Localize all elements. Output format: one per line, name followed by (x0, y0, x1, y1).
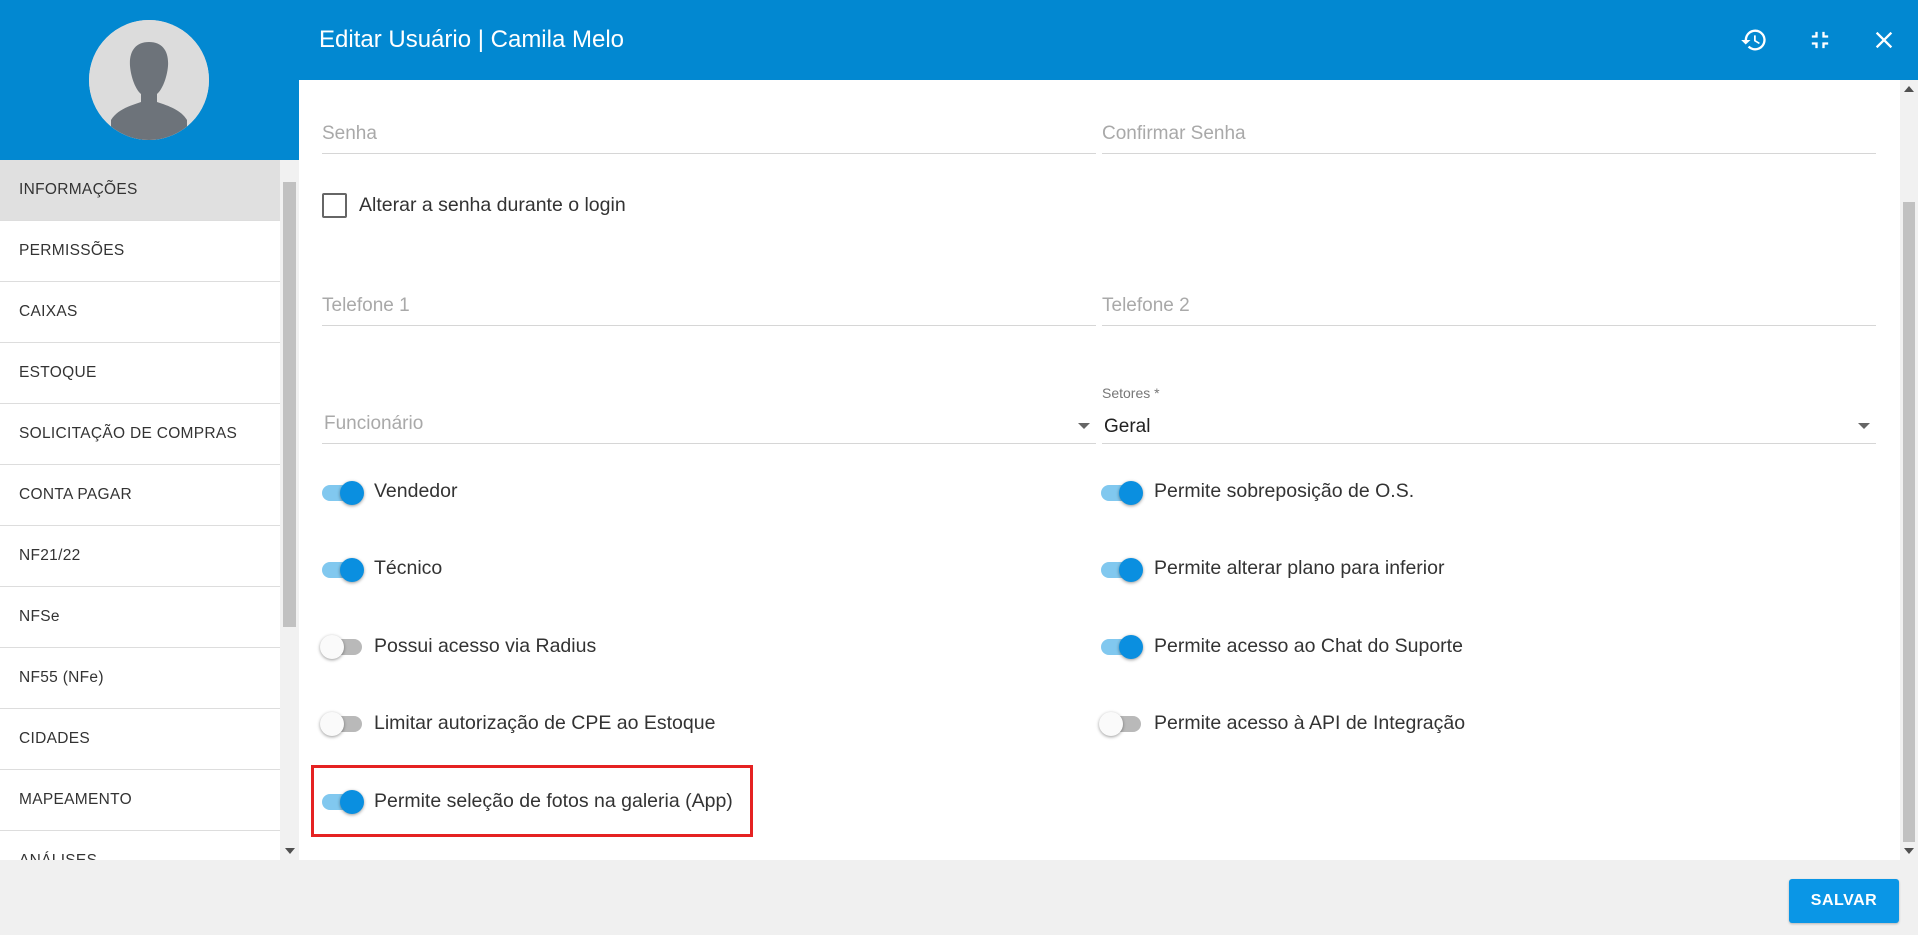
telefone1-field[interactable]: Telefone 1 (322, 284, 1096, 326)
compress-icon (1811, 31, 1829, 49)
sidebar-item-permissoes[interactable]: PERMISSÕES (0, 221, 280, 282)
plano-inferior-label: Permite alterar plano para inferior (1154, 557, 1445, 579)
sidebar-item-caixas[interactable]: CAIXAS (0, 282, 280, 343)
radius-label: Possui acesso via Radius (374, 635, 597, 657)
confirmar-senha-field[interactable]: Confirmar Senha (1102, 112, 1876, 154)
funcionario-placeholder: Funcionário (324, 413, 424, 434)
sidebar: INFORMAÇÕES PERMISSÕES CAIXAS ESTOQUE SO… (0, 160, 280, 860)
form-scrollbar[interactable] (1900, 80, 1918, 860)
sobreposicao-toggle[interactable] (1099, 477, 1145, 507)
telefone2-field[interactable]: Telefone 2 (1102, 284, 1876, 326)
setores-select[interactable]: Setores * Geral (1102, 385, 1876, 444)
sidebar-item-solicitacao-compras[interactable]: SOLICITAÇÃO DE COMPRAS (0, 404, 280, 465)
sobreposicao-label: Permite sobreposição de O.S. (1154, 480, 1415, 502)
sidebar-item-nf55[interactable]: NF55 (NFe) (0, 648, 280, 709)
compress-button[interactable] (1800, 20, 1840, 60)
avatar[interactable] (89, 20, 209, 140)
scroll-down-arrow-icon[interactable] (285, 848, 295, 854)
tecnico-label: Técnico (374, 557, 443, 579)
sidebar-item-nfse[interactable]: NFSe (0, 587, 280, 648)
save-button[interactable]: SALVAR (1789, 879, 1899, 923)
sidebar-scrollbar-thumb[interactable] (283, 182, 296, 627)
senha-field[interactable]: Senha (322, 112, 1096, 154)
sidebar-item-mapeamento[interactable]: MAPEAMENTO (0, 770, 280, 831)
confirmar-senha-placeholder: Confirmar Senha (1102, 123, 1246, 144)
dropdown-arrow-icon (1078, 423, 1090, 429)
dropdown-arrow-icon (1858, 423, 1870, 429)
history-button[interactable] (1734, 20, 1774, 60)
plano-inferior-toggle[interactable] (1099, 554, 1145, 584)
chat-suporte-label: Permite acesso ao Chat do Suporte (1154, 635, 1463, 657)
sidebar-item-conta-pagar[interactable]: CONTA PAGAR (0, 465, 280, 526)
cpe-toggle[interactable] (320, 708, 366, 738)
avatar-panel (0, 0, 299, 160)
close-button[interactable] (1864, 20, 1904, 60)
dialog-title: Editar Usuário | Camila Melo (319, 26, 625, 53)
radius-toggle[interactable] (320, 631, 366, 661)
telefone2-placeholder: Telefone 2 (1102, 295, 1190, 316)
scroll-down-arrow-icon[interactable] (1904, 848, 1914, 854)
sidebar-item-cidades[interactable]: CIDADES (0, 709, 280, 770)
sidebar-item-nf21-22[interactable]: NF21/22 (0, 526, 280, 587)
chat-suporte-toggle[interactable] (1099, 631, 1145, 661)
form-scrollbar-thumb[interactable] (1903, 202, 1915, 842)
close-icon (1875, 31, 1893, 49)
sidebar-item-estoque[interactable]: ESTOQUE (0, 343, 280, 404)
funcionario-select[interactable]: Funcionário (322, 398, 1096, 444)
senha-placeholder: Senha (322, 123, 377, 144)
vendedor-label: Vendedor (374, 480, 458, 502)
api-integracao-toggle[interactable] (1099, 708, 1145, 738)
sidebar-scrollbar[interactable] (280, 160, 299, 860)
api-integracao-label: Permite acesso à API de Integração (1154, 712, 1466, 734)
dialog-footer (0, 860, 1918, 935)
sidebar-item-informacoes[interactable]: INFORMAÇÕES (0, 160, 280, 221)
highlight-box (311, 765, 753, 837)
alterar-senha-label: Alterar a senha durante o login (359, 194, 626, 216)
setores-value: Geral (1104, 416, 1151, 437)
setores-label: Setores * (1102, 385, 1160, 401)
user-silhouette-icon (89, 20, 209, 140)
vendedor-toggle[interactable] (320, 477, 366, 507)
sidebar-item-analises[interactable]: ANÁLISES (0, 831, 280, 860)
cpe-label: Limitar autorização de CPE ao Estoque (374, 712, 716, 734)
alterar-senha-checkbox[interactable] (322, 193, 347, 218)
tecnico-toggle[interactable] (320, 554, 366, 584)
telefone1-placeholder: Telefone 1 (322, 295, 410, 316)
scroll-up-arrow-icon[interactable] (1904, 86, 1914, 92)
history-icon (1741, 29, 1766, 51)
